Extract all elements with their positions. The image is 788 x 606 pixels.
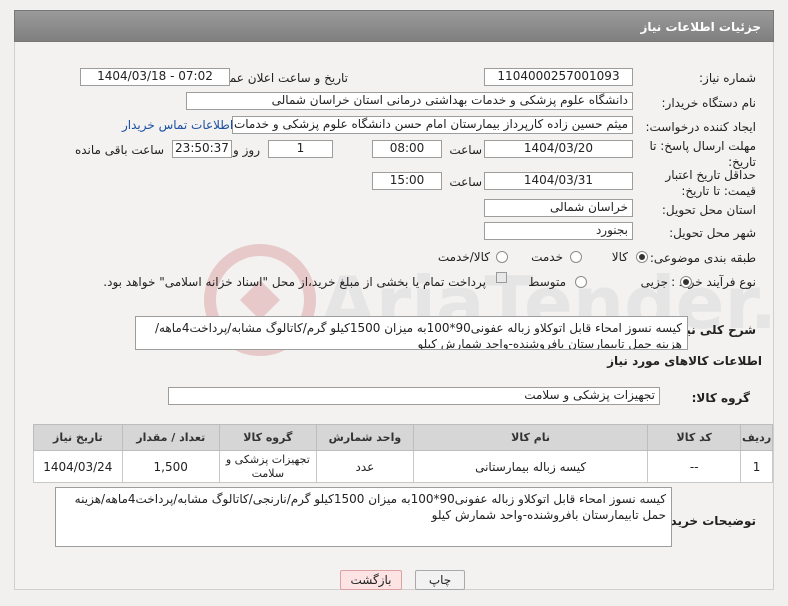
treasury-checkbox[interactable] [496,272,507,283]
cell-group: تجهیزات پزشکی و سلامت [218,450,317,483]
price-time-label: ساعت [449,175,482,189]
print-button[interactable]: چاپ [415,570,465,590]
col-unit-header: واحد شمارش [315,424,414,451]
goods-table: ردیف کد کالا نام کالا واحد شمارش گروه کا… [33,424,773,483]
process-option-medium: متوسط [528,275,566,289]
goods-group-field: تجهیزات پزشکی و سلامت [168,387,660,405]
col-code-header: کد کالا [647,424,742,451]
cell-code: -- [647,450,742,483]
category-radio-goods[interactable] [636,251,648,263]
cell-row: 1 [740,450,773,483]
category-option-both: کالا/خدمت [437,250,490,264]
cell-unit: عدد [315,450,414,483]
category-label: طبقه بندی موضوعی: [649,251,756,265]
reply-time-label: ساعت [449,143,482,157]
category-radio-both[interactable] [496,251,508,263]
category-radio-service[interactable] [570,251,582,263]
cell-qty: 1,500 [121,450,220,483]
price-time-field: 15:00 [372,172,442,190]
requester-field: میثم حسین زاده کارپرداز بیمارستان امام ح… [232,116,633,134]
cell-date: 1404/03/24 [33,450,123,483]
table-row: 1 -- کیسه زباله بیمارستانی عدد تجهیزات پ… [33,450,773,483]
province-label: استان محل تحویل: [661,203,756,217]
col-row-header: ردیف [740,424,773,451]
city-label: شهر محل تحویل: [669,226,756,240]
buyer-org-label: نام دستگاه خریدار: [661,96,757,110]
category-option-service: خدمت [531,250,563,264]
process-radio-minor[interactable] [680,276,692,288]
price-validity-label: حداقل تاریخ اعتبار قیمت: تا تاریخ: [665,168,756,198]
col-date-header: تاریخ نیاز [33,424,123,451]
announce-field: 1404/03/18 - 07:02 [80,68,230,86]
days-label: روز و [233,143,260,157]
requester-label: ایجاد کننده درخواست: [645,120,756,134]
process-radio-medium[interactable] [575,276,587,288]
buyer-org-field: دانشگاه علوم پزشکی و خدمات بهداشتی درمان… [186,92,633,110]
table-header-row: ردیف کد کالا نام کالا واحد شمارش گروه کا… [33,424,773,451]
process-option-minor: جزیی [640,275,668,289]
days-field: 1 [268,140,333,158]
goods-info-title: اطلاعات کالاهای مورد نیاز [607,354,762,368]
treasury-note: پرداخت تمام یا بخشی از مبلغ خرید،از محل … [103,275,486,289]
cell-name: کیسه زباله بیمارستانی [412,450,649,483]
need-number-label: شماره نیاز: [699,71,756,85]
province-field: خراسان شمالی [484,199,633,217]
remaining-time-field: 23:50:37 [172,140,232,158]
col-qty-header: تعداد / مقدار [121,424,220,451]
buyer-contact-link[interactable]: اطلاعات تماس خریدار [122,118,233,132]
page-title: جزئیات اطلاعات نیاز [640,20,761,34]
need-number-field: 1104000257001093 [484,68,633,86]
price-date-field: 1404/03/31 [484,172,633,190]
col-name-header: نام کالا [412,424,649,451]
buyer-notes-textarea[interactable]: کیسه نسوز امحاء قابل اتوکلاو زباله عفونی… [55,487,672,547]
city-field: بجنورد [484,222,633,240]
back-button[interactable]: بازگشت [340,570,402,590]
reply-time-field: 08:00 [372,140,442,158]
col-group-header: گروه کالا [218,424,317,451]
category-option-goods: کالا [611,250,628,264]
reply-deadline-label: مهلت ارسال پاسخ: تا تاریخ: [649,139,756,169]
goods-group-label: گروه کالا: [691,391,750,405]
reply-date-field: 1404/03/20 [484,140,633,158]
panel-header: جزئیات اطلاعات نیاز [14,10,774,42]
description-textarea[interactable]: کیسه نسوز امحاء قابل اتوکلاو زباله عفونی… [135,316,688,350]
remaining-time-label: ساعت باقی مانده [74,143,164,157]
